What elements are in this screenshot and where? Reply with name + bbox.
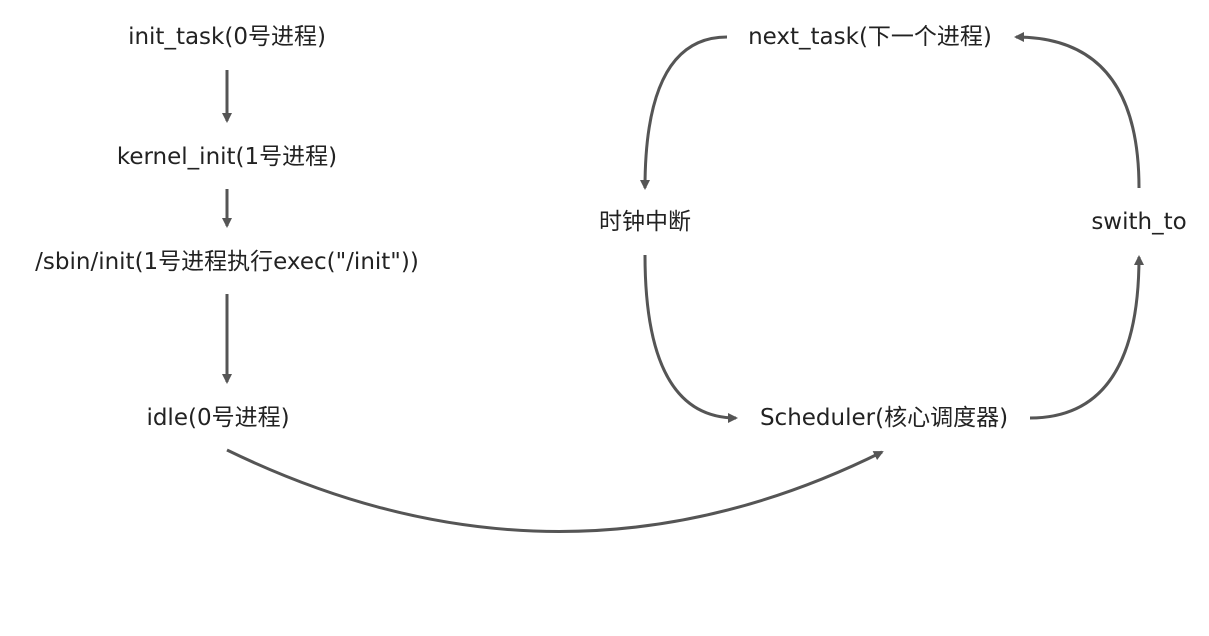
node-next-task: next_task(下一个进程) (748, 24, 992, 50)
node-idle: idle(0号进程) (146, 405, 290, 431)
arrow-switch-to-to-next-task (1014, 32, 1141, 189)
arrow-next-task-to-timer-interrupt (640, 35, 728, 190)
node-scheduler: Scheduler(核心调度器) (759, 405, 1009, 431)
node-init-task: init_task(0号进程) (128, 24, 326, 50)
arrow-timer-interrupt-to-scheduler (643, 254, 738, 423)
arrow-scheduler-to-switch-to (1029, 255, 1144, 420)
node-timer-interrupt: 时钟中断 (599, 209, 691, 235)
process-flow-diagram (222, 32, 1144, 533)
node-kernel-init: kernel_init(1号进程) (116, 144, 338, 170)
arrow-idle-to-scheduler (226, 448, 884, 533)
node-sbin-init: /sbin/init(1号进程执行exec("/init")) (35, 249, 419, 275)
node-switch-to: swith_to (1091, 209, 1187, 235)
